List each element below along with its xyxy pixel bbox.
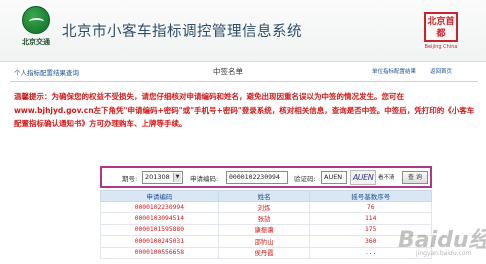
period-value: 201308 [145, 173, 170, 181]
cell-name: 张劼 [217, 212, 311, 225]
warm-notice: 温馨提示：为确保您的权益不受损失，请您仔细核对申请编码和姓名，避免出现因重名误以… [14, 90, 476, 131]
header: 北京交通 北京市小客车指标调控管理信息系统 北京首都 Beijing China [0, 0, 486, 62]
cell-code: 0000101595880 [100, 223, 219, 237]
cell-name: 刘炼 [217, 200, 311, 214]
search-button[interactable]: 查 询 [402, 171, 428, 184]
notice-text: 温馨提示：为确保您的权益不受损失，请您仔细核对申请编码和姓名，避免出现因重名误以… [14, 92, 475, 128]
back-home-link[interactable]: 返回首页 [430, 67, 452, 75]
chevron-down-icon[interactable]: ▼ [173, 173, 181, 182]
divider [10, 81, 478, 82]
table-row: 0000102230994 刘炼 76 [100, 200, 432, 214]
query-bar: 期号: 201308 ▼ 申请编码: 0000102230994 验证码: AU… [100, 166, 432, 188]
period-select[interactable]: 201308 ▼ [142, 171, 183, 184]
cell-code: 0000102230994 [100, 200, 219, 214]
col-header-name: 姓名 [217, 190, 311, 202]
table-header-row: 申请编码 姓名 摇号基数序号 [100, 190, 432, 202]
watermark-subtext: jingyan.baidu.com [416, 250, 472, 257]
cell-name: 侯丹霞 [217, 246, 311, 259]
seal-subtitle: Beijing China [424, 44, 458, 50]
captcha-label: 验证码: [294, 175, 316, 183]
col-header-code: 申请编码 [100, 190, 219, 202]
cell-code: 0000100245031 [100, 235, 219, 248]
application-code-input[interactable]: 0000102230994 [226, 171, 288, 184]
cell-code: 0000103094514 [100, 212, 219, 225]
cell-name: 邵豹山 [217, 235, 311, 248]
unit-result-link[interactable]: 单位指标配置结果 [372, 67, 416, 75]
captcha-input[interactable]: AUEN [321, 171, 347, 184]
code-label: 申请编码: [190, 175, 219, 183]
logo-text: 北京交通 [22, 38, 50, 46]
site-title: 北京市小客车指标调控管理信息系统 [62, 24, 302, 40]
logo-emblem-icon [22, 6, 50, 34]
period-label: 期号: [122, 175, 138, 183]
cell-seq: 76 [309, 200, 432, 214]
cell-code: 0000100556658 [100, 246, 219, 259]
captcha-image[interactable]: AUEN [350, 170, 376, 185]
page-title: 中签名单 [213, 67, 243, 76]
seal-text: 北京首都 [427, 17, 455, 39]
site-logo[interactable]: 北京交通 [14, 6, 58, 52]
capital-seal-logo: 北京首都 [424, 12, 458, 42]
page: 北京交通 北京市小客车指标调控管理信息系统 北京首都 Beijing China… [0, 0, 486, 264]
col-header-seq: 摇号基数序号 [309, 190, 432, 202]
sub-navigation: 个人指标配置结果查询 中签名单 单位指标配置结果 返回首页 [0, 63, 486, 81]
cell-name: 康振骥 [217, 223, 311, 237]
baidu-watermark: Baidu经验 jingyan.baidu.com [380, 218, 486, 262]
personal-result-query-link[interactable]: 个人指标配置结果查询 [14, 67, 79, 77]
refresh-captcha-link[interactable]: 看不清 [378, 173, 395, 181]
